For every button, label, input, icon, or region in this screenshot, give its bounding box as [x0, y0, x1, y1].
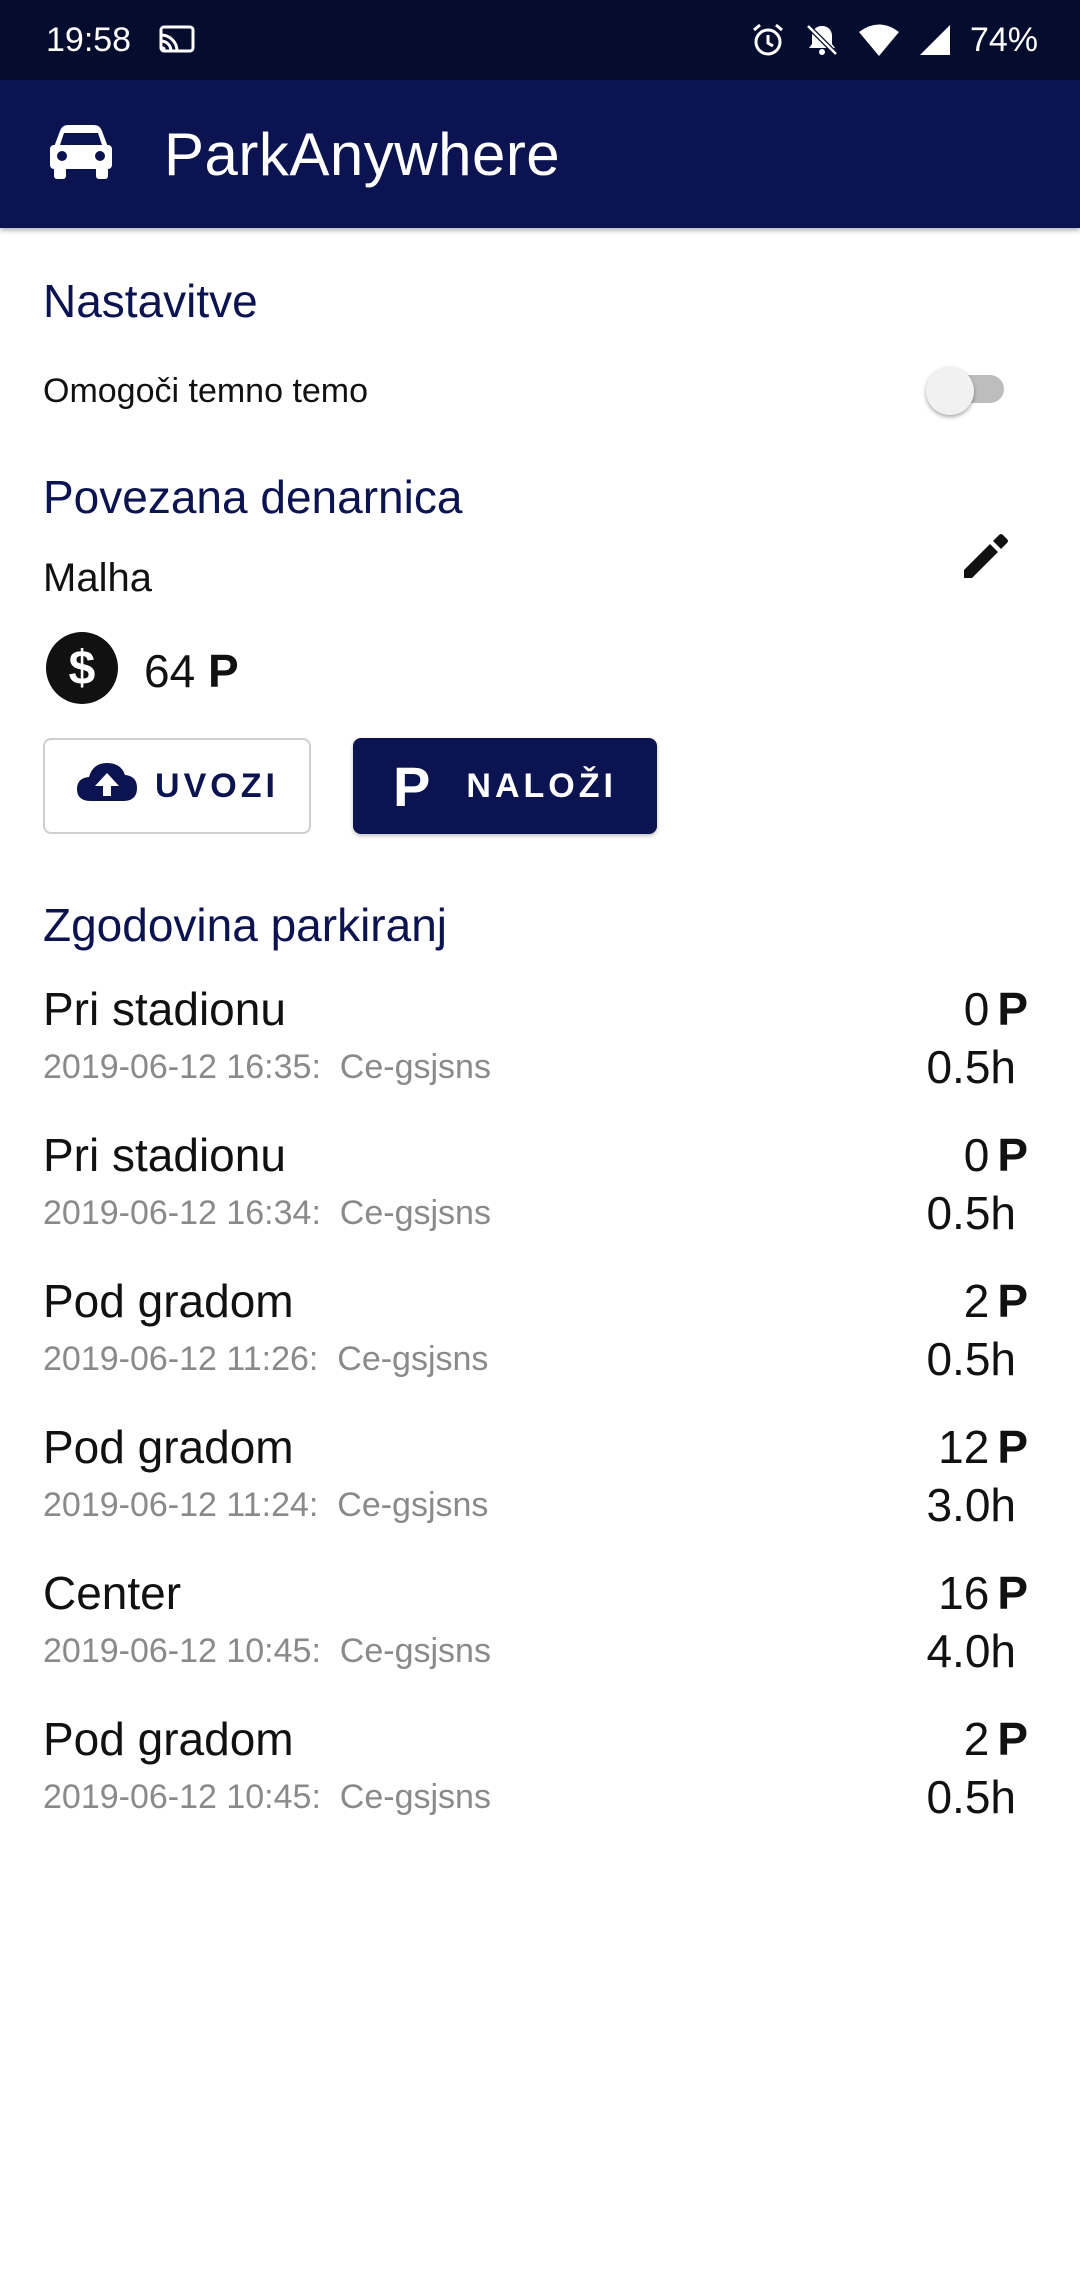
wallet-balance: $ 64 P	[46, 632, 239, 709]
upload-label: NALOŽI	[466, 766, 617, 805]
history-item[interactable]: Pri stadionu 2019-06-12 16:35: Ce-gsjsns…	[0, 982, 1080, 1128]
dark-theme-label: Omogoči temno temo	[43, 372, 369, 410]
history-cost: 12 P	[938, 1420, 1028, 1474]
history-meta: 2019-06-12 16:35: Ce-gsjsns	[43, 1048, 491, 1086]
history-cost-symbol: P	[997, 983, 1028, 1035]
cloud-upload-icon	[75, 761, 139, 812]
notifications-off-icon	[804, 22, 840, 58]
toggle-thumb	[926, 367, 974, 415]
history-meta: 2019-06-12 10:45: Ce-gsjsns	[43, 1778, 491, 1816]
alarm-icon	[750, 22, 786, 58]
history-location: Pod gradom	[43, 1421, 294, 1473]
history-cost-symbol: P	[997, 1567, 1028, 1619]
history-cost-value: 0	[963, 1129, 990, 1181]
history-cost-value: 2	[963, 1275, 990, 1327]
history-meta: 2019-06-12 10:45: Ce-gsjsns	[43, 1632, 491, 1670]
dark-theme-toggle[interactable]	[926, 367, 1008, 415]
history-duration: 0.5h	[926, 1041, 1016, 1093]
balance-number: 64	[144, 644, 196, 697]
signal-icon	[918, 23, 952, 57]
history-item[interactable]: Pod gradom 2019-06-12 11:26: Ce-gsjsns 2…	[0, 1274, 1080, 1420]
wifi-icon	[858, 23, 900, 57]
history-cost: 0P	[964, 1128, 1028, 1182]
history-item[interactable]: Pod gradom 2019-06-12 11:24: Ce-gsjsns 1…	[0, 1420, 1080, 1566]
history-cost-symbol: P	[997, 1129, 1028, 1181]
app-title: ParkAnywhere	[164, 120, 561, 188]
history-location: Pri stadionu	[43, 1129, 286, 1181]
history-cost: 16 P	[938, 1566, 1028, 1620]
history-duration: 0.5h	[926, 1187, 1016, 1239]
app-bar: ParkAnywhere	[0, 80, 1080, 228]
history-meta: 2019-06-12 16:34: Ce-gsjsns	[43, 1194, 491, 1232]
history-cost-symbol: P	[997, 1275, 1028, 1327]
cast-icon	[157, 24, 197, 56]
pencil-icon	[964, 534, 1008, 578]
history-item[interactable]: Pri stadionu 2019-06-12 16:34: Ce-gsjsns…	[0, 1128, 1080, 1274]
history-cost-value: 0	[963, 983, 990, 1035]
history-duration: 0.5h	[926, 1333, 1016, 1385]
upload-button[interactable]: P NALOŽI	[353, 738, 657, 834]
history-cost-symbol: P	[997, 1421, 1028, 1473]
settings-title: Nastavitve	[43, 275, 258, 327]
car-icon	[50, 124, 112, 184]
history-cost-value: 16	[938, 1567, 990, 1619]
history-item[interactable]: Pod gradom 2019-06-12 10:45: Ce-gsjsns 2…	[0, 1712, 1080, 1858]
currency-symbol: P	[207, 644, 239, 697]
history-location: Pod gradom	[43, 1713, 294, 1765]
history-location: Pri stadionu	[43, 983, 286, 1035]
history-title: Zgodovina parkiranj	[43, 899, 448, 951]
balance-amount: 64 P	[144, 644, 239, 698]
history-cost-value: 12	[938, 1421, 990, 1473]
status-time: 19:58	[46, 20, 132, 59]
history-duration: 4.0h	[926, 1625, 1016, 1677]
history-cost-value: 2	[963, 1713, 990, 1765]
battery-percent: 74%	[969, 20, 1038, 59]
history-cost-symbol: P	[997, 1713, 1028, 1765]
history-meta: 2019-06-12 11:26: Ce-gsjsns	[43, 1340, 489, 1378]
wallet-name: Malha	[43, 556, 152, 600]
wallet-title: Povezana denarnica	[43, 471, 463, 523]
edit-wallet-button[interactable]	[958, 528, 1014, 584]
history-duration: 3.0h	[926, 1479, 1016, 1531]
history-meta: 2019-06-12 11:24: Ce-gsjsns	[43, 1486, 489, 1524]
history-item[interactable]: Center 2019-06-12 10:45: Ce-gsjsns 16 P 4…	[0, 1566, 1080, 1712]
history-location: Center	[43, 1567, 182, 1619]
parking-icon: P	[393, 754, 431, 818]
history-cost: 0P	[964, 982, 1028, 1036]
svg-text:$: $	[69, 642, 96, 695]
history-cost: 2P	[964, 1274, 1028, 1328]
import-button[interactable]: UVOZI	[43, 738, 311, 834]
dollar-icon: $	[46, 632, 118, 709]
history-cost: 2P	[964, 1712, 1028, 1766]
import-label: UVOZI	[155, 766, 279, 805]
status-bar: 19:58 74%	[0, 0, 1080, 80]
history-location: Pod gradom	[43, 1275, 294, 1327]
history-duration: 0.5h	[926, 1771, 1016, 1823]
